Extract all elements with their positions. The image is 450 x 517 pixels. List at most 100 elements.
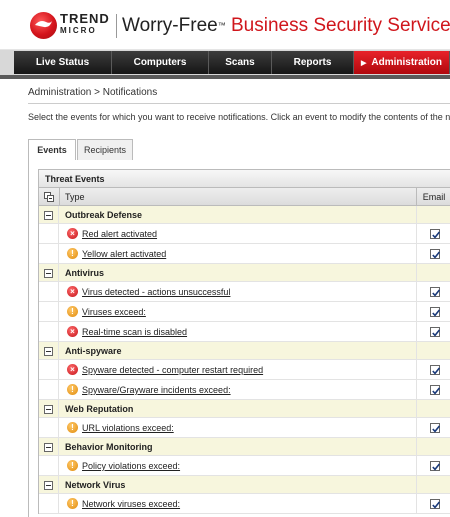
group-row: Anti-spyware (39, 342, 450, 360)
nav-reports[interactable]: Reports (272, 51, 354, 74)
email-cell (416, 224, 450, 243)
email-cell (416, 322, 450, 341)
brand-line1: TREND (60, 11, 110, 26)
group-label: Web Reputation (65, 404, 134, 414)
group-row: Web Reputation (39, 400, 450, 418)
email-checkbox[interactable] (430, 229, 441, 239)
email-checkbox[interactable] (430, 327, 441, 337)
email-cell (416, 400, 450, 417)
group-label: Anti-spyware (65, 346, 122, 356)
nav-label: Reports (293, 57, 332, 68)
event-link[interactable]: Virus detected - actions unsuccessful (82, 282, 230, 302)
group-label: Outbreak Defense (65, 210, 143, 220)
email-cell (416, 244, 450, 263)
event-link[interactable]: Network viruses exceed: (82, 494, 180, 514)
email-checkbox[interactable] (430, 249, 441, 259)
row-gutter (39, 438, 59, 455)
row-gutter (39, 206, 59, 223)
brand-name: TREND MICRO (60, 11, 110, 36)
email-cell (416, 360, 450, 379)
warning-icon: ! (67, 384, 78, 395)
column-type-header: Type (65, 192, 85, 202)
table-body: Outbreak Defense × Red alert activated! Yel… (39, 206, 450, 514)
nav-label: Administration (371, 57, 442, 68)
row-gutter (39, 400, 59, 417)
email-checkbox[interactable] (430, 365, 441, 375)
trademark-symbol: ™ (217, 21, 226, 30)
email-cell (416, 476, 450, 493)
nav-computers[interactable]: Computers (112, 51, 209, 74)
tab-events[interactable]: Events (28, 139, 76, 161)
event-link[interactable]: Real-time scan is disabled (82, 322, 187, 342)
section-title: Threat Events (39, 169, 450, 188)
event-link[interactable]: Yellow alert activated (82, 244, 166, 264)
warning-icon: ! (67, 248, 78, 259)
warning-icon: ! (67, 422, 78, 433)
collapse-icon[interactable] (44, 269, 53, 278)
nav-live-status[interactable]: Live Status (14, 51, 112, 74)
product-title: Worry-Free™ Business Security Services (122, 14, 450, 38)
error-icon: × (67, 326, 78, 337)
column-email-header: Email (416, 188, 450, 206)
group-label: Behavior Monitoring (65, 442, 153, 452)
email-checkbox[interactable] (430, 385, 441, 395)
nav-administration[interactable]: ▶ Administration (354, 51, 450, 74)
row-gutter (39, 322, 59, 341)
header-divider (116, 14, 117, 38)
nav-label: Scans (225, 57, 255, 68)
event-row: ! Spyware/Grayware incidents exceed: (39, 380, 450, 400)
email-cell (416, 342, 450, 359)
event-link[interactable]: Spyware/Grayware incidents exceed: (82, 380, 231, 400)
email-cell (416, 282, 450, 301)
event-row: ! Policy violations exceed: (39, 456, 450, 476)
row-gutter (39, 224, 59, 243)
product-name-part1: Worry-Free (122, 15, 218, 36)
collapse-icon[interactable] (44, 347, 53, 356)
email-cell (416, 302, 450, 321)
event-row: ! Network viruses exceed: (39, 494, 450, 514)
tab-label: Recipients (83, 145, 127, 155)
product-name-part2: Business Security Services (231, 15, 450, 36)
event-row: ! Yellow alert activated (39, 244, 450, 264)
event-row: × Real-time scan is disabled (39, 322, 450, 342)
nav-scans[interactable]: Scans (209, 51, 272, 74)
event-link[interactable]: Spyware detected - computer restart requ… (82, 360, 263, 380)
event-link[interactable]: URL violations exceed: (82, 418, 174, 438)
group-row: Antivirus (39, 264, 450, 282)
collapse-icon[interactable] (44, 211, 53, 220)
group-row: Outbreak Defense (39, 206, 450, 224)
group-label: Antivirus (65, 268, 105, 278)
email-checkbox[interactable] (430, 423, 441, 433)
error-icon: × (67, 364, 78, 375)
event-link[interactable]: Policy violations exceed: (82, 456, 180, 476)
warning-icon: ! (67, 460, 78, 471)
trend-micro-logo-icon (30, 12, 57, 39)
row-gutter (39, 380, 59, 399)
email-cell (416, 494, 450, 513)
collapse-icon[interactable] (44, 405, 53, 414)
row-gutter (39, 342, 59, 359)
email-checkbox[interactable] (430, 287, 441, 297)
email-cell (416, 456, 450, 475)
row-gutter (39, 282, 59, 301)
row-gutter (39, 264, 59, 281)
nav-label: Computers (133, 57, 187, 68)
collapse-icon[interactable] (44, 481, 53, 490)
collapse-icon[interactable] (44, 443, 53, 452)
event-link[interactable]: Viruses exceed: (82, 302, 146, 322)
row-gutter (39, 360, 59, 379)
column-divider (59, 188, 60, 206)
event-row: × Red alert activated (39, 224, 450, 244)
event-link[interactable]: Red alert activated (82, 224, 157, 244)
email-checkbox[interactable] (430, 307, 441, 317)
event-row: ! URL violations exceed: (39, 418, 450, 438)
app-header: TREND MICRO Worry-Free™ Business Securit… (0, 0, 450, 50)
collapse-all-icon[interactable] (44, 192, 54, 202)
email-cell (416, 418, 450, 437)
tab-recipients[interactable]: Recipients (77, 139, 133, 160)
row-gutter (39, 418, 59, 437)
email-cell (416, 380, 450, 399)
email-checkbox[interactable] (430, 461, 441, 471)
row-gutter (39, 494, 59, 513)
email-checkbox[interactable] (430, 499, 441, 509)
